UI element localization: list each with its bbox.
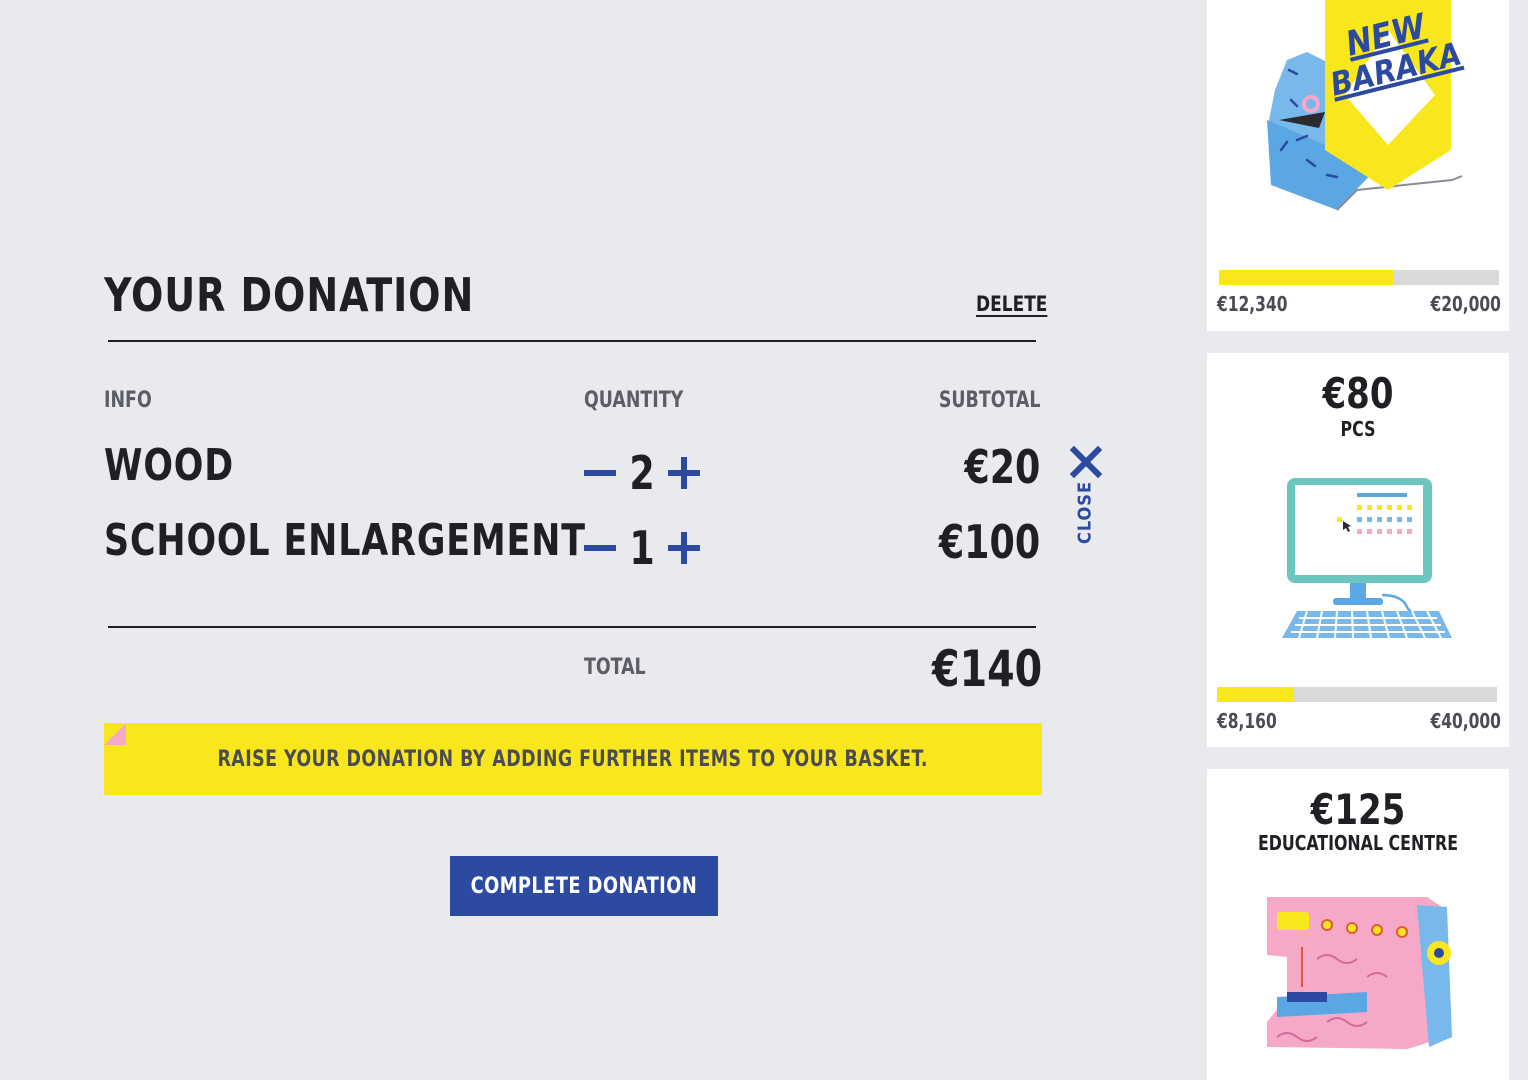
card-price: €80: [1322, 369, 1394, 418]
funding-goal: €40,000: [1430, 709, 1501, 733]
quantity-stepper: 2: [582, 446, 702, 500]
bottom-divider: [108, 626, 1036, 628]
product-card-toolbox[interactable]: NEW BARAKA €12,340 €20,000: [1207, 0, 1509, 331]
sewing-machine-illustration: [1267, 897, 1452, 1049]
decrease-quantity-button[interactable]: [582, 530, 618, 566]
decrease-quantity-button[interactable]: [582, 455, 618, 491]
folded-corner: [104, 723, 126, 745]
funding-progress-bar: [1219, 270, 1499, 285]
delete-link[interactable]: DELETE: [976, 292, 1047, 316]
funding-progress-bar: [1217, 687, 1497, 702]
column-header-info: INFO: [104, 388, 152, 413]
close-button[interactable]: CLOSE: [1066, 446, 1106, 546]
increase-quantity-button[interactable]: [666, 530, 702, 566]
funding-raised: €8,160: [1217, 709, 1277, 733]
item-name: SCHOOL ENLARGEMENT: [104, 515, 586, 566]
notice-banner: RAISE YOUR DONATION BY ADDING FURTHER IT…: [104, 723, 1042, 795]
page-title: YOUR DONATION: [104, 268, 475, 322]
total-label: TOTAL: [584, 655, 646, 680]
quantity-value: 2: [629, 446, 655, 500]
card-category: EDUCATIONAL CENTRE: [1257, 831, 1459, 855]
computer-illustration: [1282, 478, 1452, 639]
product-card-educational-centre[interactable]: €125 EDUCATIONAL CENTRE: [1207, 769, 1509, 1080]
close-label: CLOSE: [1074, 480, 1096, 545]
quantity-value: 1: [629, 521, 655, 575]
increase-quantity-button[interactable]: [666, 455, 702, 491]
funding-goal: €20,000: [1430, 292, 1501, 316]
item-name: WOOD: [104, 440, 235, 491]
quantity-stepper: 1: [582, 521, 702, 575]
complete-donation-button[interactable]: COMPLETE DONATION: [450, 856, 718, 916]
complete-donation-label: COMPLETE DONATION: [470, 873, 698, 899]
card-price: €125: [1310, 785, 1406, 834]
funding-progress-fill: [1217, 687, 1293, 702]
column-header-subtotal: SUBTOTAL: [938, 388, 1040, 413]
notice-text: RAISE YOUR DONATION BY ADDING FURTHER IT…: [217, 746, 929, 772]
close-icon: [1070, 446, 1102, 478]
product-card-pcs[interactable]: €80 PCS €8,160 €40,000: [1207, 353, 1509, 747]
funding-progress-fill: [1219, 270, 1393, 285]
card-category: PCS: [1340, 417, 1376, 441]
item-subtotal: €100: [938, 515, 1040, 569]
total-value: €140: [931, 640, 1042, 698]
funding-raised: €12,340: [1217, 292, 1288, 316]
item-subtotal: €20: [963, 440, 1040, 494]
top-divider: [108, 340, 1036, 342]
column-header-quantity: QUANTITY: [584, 388, 684, 413]
